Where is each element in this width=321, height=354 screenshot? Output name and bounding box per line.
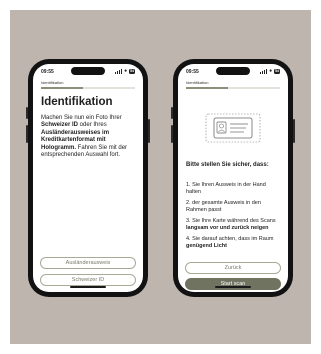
tips-heading: Bitte stellen Sie sicher, dass: xyxy=(186,162,269,168)
tip-item: 2. der gesamte Ausweis in den Rahmen pas… xyxy=(186,200,261,213)
signal-icon xyxy=(260,69,268,74)
phone-right: 09:55 ● 54 Identifikation Bitte stellen … xyxy=(171,59,295,297)
volume-button xyxy=(171,125,173,143)
wifi-icon: ● xyxy=(269,68,273,74)
start-scan-button[interactable]: Start scan xyxy=(185,278,281,290)
status-icons: ● 54 xyxy=(115,69,135,74)
volume-button xyxy=(26,125,28,143)
progress-fill xyxy=(186,87,229,89)
home-indicator xyxy=(215,286,251,288)
progress-fill xyxy=(41,87,84,89)
volume-button xyxy=(26,107,28,119)
screen-identifikation-select: 09:55 ● 54 Identifikation Identifikation… xyxy=(33,64,143,292)
signal-icon xyxy=(115,69,123,74)
progress-bar xyxy=(41,87,135,89)
status-time: 09:55 xyxy=(41,69,54,75)
instruction-text: Machen Sie nun ein Foto Ihrer Schweizer … xyxy=(41,115,128,159)
foreigner-id-button[interactable]: Ausländerausweis xyxy=(40,257,136,269)
tip-item: 3. Sie Ihre Karte während des Scans lang… xyxy=(186,218,276,231)
page-title: Identifikation xyxy=(41,96,113,108)
status-icons: ● 54 xyxy=(260,69,280,74)
home-indicator xyxy=(70,286,106,288)
power-button xyxy=(293,119,295,143)
wifi-icon: ● xyxy=(124,68,128,74)
battery-icon: 54 xyxy=(274,69,280,74)
status-bar: 09:55 ● 54 xyxy=(186,69,280,77)
back-button[interactable]: Zurück xyxy=(185,262,281,274)
tips-list: 1. Sie Ihren Ausweis in der Hand halten … xyxy=(186,182,281,254)
progress-bar xyxy=(186,87,280,89)
battery-icon: 54 xyxy=(129,69,135,74)
status-time: 09:55 xyxy=(186,69,199,75)
tip-item: 1. Sie Ihren Ausweis in der Hand halten xyxy=(186,182,266,195)
power-button xyxy=(148,119,150,143)
volume-button xyxy=(171,107,173,119)
step-label: Identifikation xyxy=(41,80,64,85)
status-bar: 09:55 ● 54 xyxy=(41,69,135,77)
swiss-id-button[interactable]: Schweizer ID xyxy=(40,274,136,286)
background-panel: 09:55 ● 54 Identifikation Identifikation… xyxy=(10,10,311,344)
phone-left: 09:55 ● 54 Identifikation Identifikation… xyxy=(26,59,150,297)
tip-item: 4. Sie darauf achten, dass im Raum genüg… xyxy=(186,236,274,249)
screen-scan-instructions: 09:55 ● 54 Identifikation Bitte stellen … xyxy=(178,64,288,292)
step-label: Identifikation xyxy=(186,80,209,85)
id-card-icon xyxy=(205,113,261,143)
